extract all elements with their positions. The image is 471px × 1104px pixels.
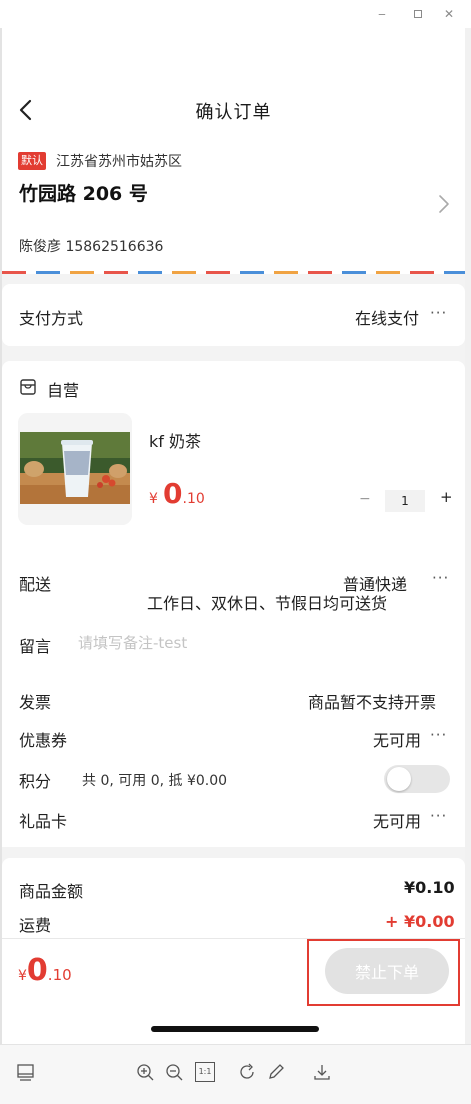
panel-toggle-icon[interactable] (16, 1062, 36, 1082)
page-title: 确认订单 (195, 102, 272, 123)
address-street: 竹园路 206 号 (19, 183, 148, 205)
phone-screen: 确认订单 默认 江苏省苏州市姑苏区 竹园路 206 号 陈俊彦 15862516… (2, 28, 465, 1044)
product-price: ¥ 0.10 (149, 477, 205, 510)
chevron-right-icon[interactable] (438, 193, 450, 215)
rotate-icon[interactable] (238, 1062, 258, 1082)
maximize-button[interactable] (408, 5, 428, 23)
window-titlebar: ‒ ✕ (0, 0, 471, 28)
store-name: 自营 (47, 381, 80, 400)
checkout-bar: ¥0.10 禁止下单 (2, 938, 465, 1044)
edit-pencil-icon[interactable] (266, 1062, 286, 1082)
price-currency: ¥ (149, 491, 158, 507)
quantity-decrease-button[interactable]: − (359, 491, 371, 507)
store-icon (20, 379, 36, 395)
more-icon[interactable]: ··· (430, 726, 447, 744)
total-integer: 0 (26, 953, 48, 988)
more-icon[interactable]: ··· (430, 304, 447, 322)
maximize-icon (414, 10, 422, 18)
address-region: 江苏省苏州市姑苏区 (56, 154, 182, 170)
viewer-toolbar: 1:1 (0, 1044, 471, 1104)
points-info: 共 0, 可用 0, 抵 ¥0.00 (82, 773, 228, 789)
milk-tea-photo (18, 413, 132, 525)
order-options: 发票 商品暂不支持开票 优惠券 无可用 ··· 积分 共 0, 可用 0, 抵 … (2, 673, 465, 847)
shipping-fee-label: 运费 (19, 916, 52, 935)
shipping-fee-value: + ¥0.00 (385, 912, 455, 931)
message-input[interactable] (78, 629, 448, 657)
invoice-label: 发票 (19, 693, 52, 712)
download-icon[interactable] (312, 1062, 332, 1082)
total-decimal: .10 (47, 966, 72, 984)
total-currency: ¥ (18, 968, 27, 984)
invoice-value: 商品暂不支持开票 (308, 693, 437, 712)
more-icon[interactable]: ··· (430, 807, 447, 825)
coupon-label: 优惠券 (19, 731, 68, 750)
payment-method-row[interactable]: 支付方式 在线支付 ··· (2, 284, 465, 346)
payment-value: 在线支付 (355, 309, 420, 328)
coupon-value: 无可用 (373, 731, 422, 750)
home-indicator (151, 1026, 319, 1032)
address-envelope-stripe (2, 271, 465, 274)
goods-amount-value: ¥0.10 (404, 878, 455, 897)
delivery-label: 配送 (19, 575, 52, 594)
zoom-in-icon[interactable] (135, 1062, 155, 1082)
quantity-input[interactable]: 1 (385, 490, 425, 512)
window-scrollbar[interactable] (465, 28, 471, 1044)
message-row: 留言 (2, 615, 465, 673)
message-label: 留言 (19, 637, 52, 656)
product-image[interactable] (18, 413, 132, 525)
page-header: 确认订单 (2, 28, 465, 138)
goods-amount-label: 商品金额 (19, 882, 84, 901)
quantity-increase-button[interactable]: + (440, 488, 453, 506)
more-icon[interactable]: ··· (432, 569, 449, 587)
price-decimal: .10 (182, 491, 205, 507)
price-integer: 0 (163, 477, 183, 510)
close-button[interactable]: ✕ (439, 5, 459, 23)
total-price: ¥0.10 (18, 953, 72, 988)
minimize-button[interactable]: ‒ (372, 5, 392, 23)
giftcard-value: 无可用 (373, 812, 422, 831)
address-contact: 陈俊彦 15862516636 (19, 239, 164, 255)
product-name: kf 奶茶 (149, 432, 201, 451)
submit-order-button[interactable]: 禁止下单 (325, 948, 449, 994)
points-label: 积分 (19, 772, 52, 791)
zoom-out-icon[interactable] (164, 1062, 184, 1082)
points-toggle[interactable] (384, 765, 450, 793)
toggle-knob (387, 767, 411, 791)
giftcard-label: 礼品卡 (19, 812, 68, 831)
address-card[interactable]: 默认 江苏省苏州市姑苏区 竹园路 206 号 陈俊彦 15862516636 (2, 138, 465, 274)
delivery-note: 工作日、双休日、节假日均可送货 (147, 594, 388, 613)
default-address-badge: 默认 (18, 152, 46, 170)
actual-size-button[interactable]: 1:1 (195, 1062, 215, 1082)
payment-label: 支付方式 (19, 309, 84, 328)
